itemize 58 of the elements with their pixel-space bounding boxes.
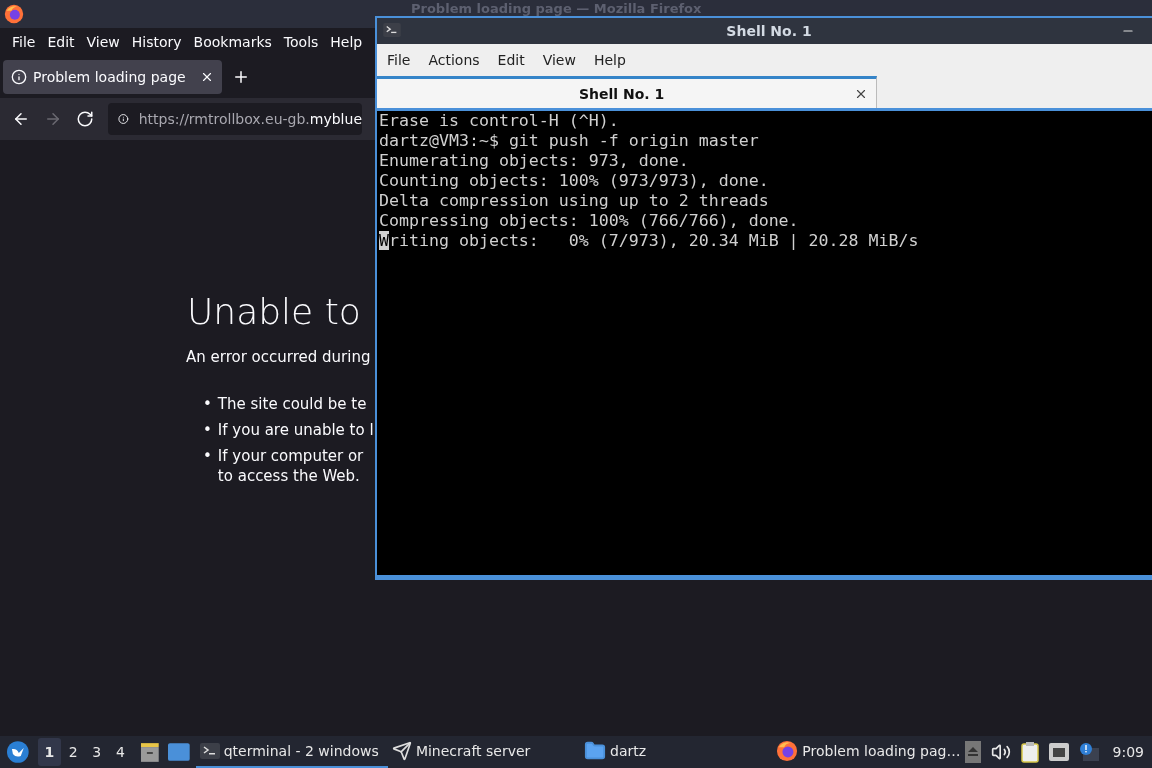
menu-item[interactable]: Bookmarks xyxy=(187,34,278,50)
error-hint: If your computer or to access the Web. xyxy=(217,446,364,486)
terminal-line: Compressing objects: 100% (766/766), done. xyxy=(379,211,800,231)
taskbar-button[interactable]: Problem loading pag… xyxy=(772,736,965,768)
clock: 9:09 xyxy=(1112,744,1144,760)
address-field[interactable]: https://rmtrollbox.eu-gb.myblue xyxy=(108,103,362,135)
volume-icon[interactable] xyxy=(990,742,1011,762)
menu-item[interactable]: Actions xyxy=(422,52,492,68)
close-icon[interactable] xyxy=(200,70,214,84)
menu-item[interactable]: Edit xyxy=(491,52,537,68)
network-icon[interactable] xyxy=(1048,743,1069,761)
bullet-mark: • xyxy=(203,394,212,414)
terminal-line: Counting objects: 100% (973/973), done. xyxy=(379,171,770,191)
workspace-button[interactable]: 4 xyxy=(108,738,133,766)
menu-item[interactable]: View xyxy=(80,34,126,50)
start-menu-icon[interactable] xyxy=(6,740,30,764)
error-hint: The site could be te xyxy=(217,394,367,414)
paper-plane-icon xyxy=(391,741,412,761)
notification-icon[interactable] xyxy=(1078,742,1099,762)
file-cabinet-icon[interactable] xyxy=(140,741,160,763)
menu-item[interactable]: File xyxy=(381,52,423,68)
error-heading: Unable to xyxy=(187,290,362,334)
taskbar-button[interactable]: dartz xyxy=(580,736,773,768)
menu-item[interactable]: History xyxy=(125,34,188,50)
error-description: An error occurred during xyxy=(186,348,372,366)
workspace-button[interactable]: 2 xyxy=(61,738,85,766)
menu-item[interactable]: Edit xyxy=(41,34,81,50)
bullet-mark: • xyxy=(203,420,212,440)
new-tab-icon[interactable] xyxy=(232,68,250,86)
folder-icon xyxy=(584,740,607,762)
bullet-mark: • xyxy=(203,446,212,466)
menu-item[interactable]: View xyxy=(536,52,588,68)
eject-icon[interactable] xyxy=(964,741,981,763)
terminal-line: Erase is control-H (^H). xyxy=(379,111,620,131)
terminal-icon xyxy=(383,22,401,37)
menu-item[interactable]: File xyxy=(6,34,42,50)
info-icon xyxy=(11,69,27,85)
firefox-icon xyxy=(4,4,24,24)
firefox-icon xyxy=(776,740,799,762)
terminal-tab[interactable]: Shell No. 1 xyxy=(377,76,877,108)
taskbar-button[interactable]: Minecraft server xyxy=(387,736,581,768)
browser-tab[interactable]: Problem loading page xyxy=(3,60,222,94)
clipboard-icon[interactable] xyxy=(1020,741,1039,763)
taskbar-button[interactable]: qterminal - 2 windows xyxy=(195,736,388,768)
terminal-icon xyxy=(199,743,220,759)
terminal-line: Delta compression using up to 2 threads xyxy=(379,191,770,211)
error-hint: If you are unable to l xyxy=(217,420,374,440)
menu-item[interactable]: Help xyxy=(324,34,369,50)
terminal-line: Enumerating objects: 973, done. xyxy=(379,151,690,171)
workspace-button[interactable]: 3 xyxy=(84,738,109,766)
window-title: Shell No. 1 xyxy=(726,23,812,39)
back-icon[interactable] xyxy=(12,110,30,128)
terminal-line: dartz@VM3:~$ git push -f origin master xyxy=(379,131,760,151)
reload-icon[interactable] xyxy=(76,110,94,128)
terminal-line: Writing objects: 0% (7/973), 20.34 MiB | 20.28 MiB/s xyxy=(379,231,920,251)
menu-item[interactable]: Help xyxy=(587,52,638,68)
workspace-button[interactable]: 1 xyxy=(37,738,62,766)
menu-item[interactable]: Tools xyxy=(277,34,325,50)
